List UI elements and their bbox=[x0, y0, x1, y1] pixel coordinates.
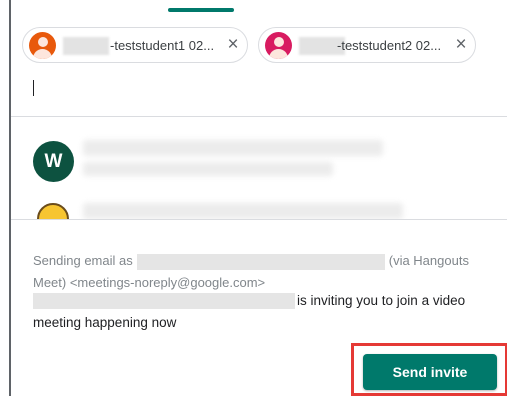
close-icon[interactable]: × bbox=[450, 34, 472, 56]
sender-prefix: Sending email as bbox=[33, 253, 133, 268]
redacted-suggestion-name bbox=[83, 140, 383, 156]
suggestion-avatar[interactable]: W bbox=[33, 141, 74, 182]
redacted-sender bbox=[136, 253, 385, 270]
close-icon[interactable]: × bbox=[222, 34, 244, 56]
recipient-chip[interactable]: -teststudent1 02... × bbox=[22, 27, 248, 63]
avatar bbox=[29, 32, 56, 59]
send-invite-button[interactable]: Send invite bbox=[363, 354, 497, 390]
divider bbox=[11, 219, 507, 220]
sender-info: Sending email as (via Hangouts Meet) <mee… bbox=[33, 250, 493, 294]
emoji-avatar-icon[interactable] bbox=[37, 203, 69, 219]
recipient-input[interactable] bbox=[33, 80, 34, 96]
redacted-suggestion-name bbox=[83, 203, 403, 219]
recipient-chip-label: -teststudent1 02... bbox=[110, 38, 215, 53]
recipient-chip-label: -teststudent2 02... bbox=[337, 38, 442, 53]
recipient-chip[interactable]: -teststudent2 02... × bbox=[258, 27, 476, 63]
invite-message: is inviting you to join a video meeting … bbox=[33, 290, 493, 334]
tab-indicator bbox=[168, 8, 234, 12]
avatar bbox=[265, 32, 292, 59]
redacted-inviter bbox=[33, 293, 295, 310]
redacted-suggestion-email bbox=[83, 162, 333, 176]
suggestion-list: W bbox=[11, 117, 507, 219]
redacted-name bbox=[63, 37, 109, 55]
